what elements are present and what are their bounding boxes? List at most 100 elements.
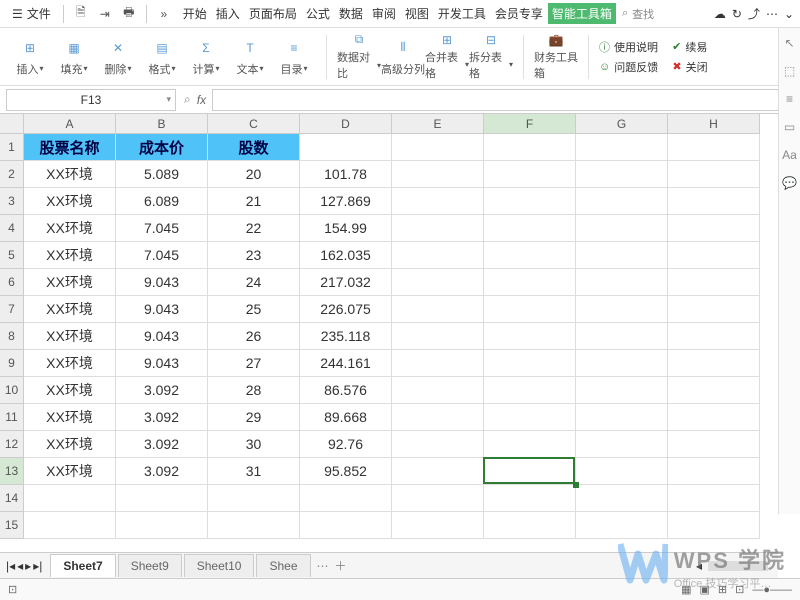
cell[interactable] — [668, 296, 760, 323]
cell[interactable]: 3.092 — [116, 404, 208, 431]
cell[interactable]: 成本价 — [116, 134, 208, 161]
row-header-5[interactable]: 5 — [0, 242, 24, 269]
cell[interactable]: 30 — [208, 431, 300, 458]
cell[interactable] — [392, 377, 484, 404]
cell[interactable]: XX环境 — [24, 323, 116, 350]
row-header-6[interactable]: 6 — [0, 269, 24, 296]
cell[interactable] — [392, 188, 484, 215]
cell[interactable] — [668, 512, 760, 539]
overflow-icon[interactable]: » — [153, 3, 175, 25]
selection-handle[interactable] — [573, 482, 579, 488]
cell[interactable] — [576, 323, 668, 350]
cell[interactable] — [116, 485, 208, 512]
cell[interactable]: 5.089 — [116, 161, 208, 188]
cell[interactable] — [668, 431, 760, 458]
sheet-tab-Sheet9[interactable]: Sheet9 — [118, 554, 182, 577]
cell[interactable] — [668, 134, 760, 161]
menu-tab-9[interactable]: 智能工具箱 — [548, 3, 616, 24]
cell[interactable]: 22 — [208, 215, 300, 242]
cell[interactable] — [24, 485, 116, 512]
cell[interactable] — [484, 458, 576, 485]
cell[interactable]: 股数 — [208, 134, 300, 161]
row-header-8[interactable]: 8 — [0, 323, 24, 350]
row-header-12[interactable]: 12 — [0, 431, 24, 458]
cell[interactable] — [668, 215, 760, 242]
cell[interactable] — [300, 485, 392, 512]
cell[interactable] — [300, 512, 392, 539]
row-header-14[interactable]: 14 — [0, 485, 24, 512]
cell[interactable] — [208, 512, 300, 539]
reader-icon[interactable]: ⊡ — [735, 583, 744, 596]
cell[interactable] — [576, 458, 668, 485]
cell[interactable] — [392, 404, 484, 431]
cell[interactable] — [668, 485, 760, 512]
save-icon[interactable]: 🗎 — [70, 3, 92, 25]
cell[interactable]: 27 — [208, 350, 300, 377]
cell[interactable]: XX环境 — [24, 431, 116, 458]
cell[interactable] — [484, 296, 576, 323]
prev-icon[interactable]: ◂ — [17, 559, 23, 573]
col-header-C[interactable]: C — [208, 114, 300, 134]
cell[interactable]: 9.043 — [116, 323, 208, 350]
cell[interactable] — [484, 377, 576, 404]
cell[interactable] — [484, 512, 576, 539]
cells[interactable]: 股票名称成本价股数XX环境5.08920101.78XX环境6.08921127… — [24, 134, 760, 539]
style-icon[interactable]: Aa — [782, 148, 797, 162]
name-box[interactable]: F13 ▾ — [6, 89, 176, 111]
view-break-icon[interactable]: ⊞ — [718, 583, 727, 596]
cell[interactable] — [392, 323, 484, 350]
cell[interactable]: 101.78 — [300, 161, 392, 188]
menu-tab-3[interactable]: 公式 — [302, 3, 334, 24]
cell[interactable] — [576, 215, 668, 242]
cursor-icon[interactable]: ↖ — [784, 36, 794, 50]
cell[interactable]: 162.035 — [300, 242, 392, 269]
cell[interactable] — [668, 377, 760, 404]
settings-icon[interactable]: ≡ — [786, 92, 793, 106]
more-sheets-icon[interactable]: ⋯ — [317, 559, 329, 573]
cell[interactable] — [576, 269, 668, 296]
zoom-slider[interactable]: —●—— — [752, 584, 792, 596]
cell[interactable]: 89.668 — [300, 404, 392, 431]
menu-tab-0[interactable]: 开始 — [179, 3, 211, 24]
cell[interactable]: 31 — [208, 458, 300, 485]
sheet-tab-Sheet7[interactable]: Sheet7 — [50, 554, 115, 577]
cell[interactable] — [484, 323, 576, 350]
more-icon[interactable]: ⋯ — [766, 7, 778, 21]
share-icon[interactable]: ⤴ — [748, 5, 760, 22]
col-header-D[interactable]: D — [300, 114, 392, 134]
cell[interactable]: 26 — [208, 323, 300, 350]
row-header-3[interactable]: 3 — [0, 188, 24, 215]
cell[interactable]: 3.092 — [116, 458, 208, 485]
cell[interactable] — [576, 350, 668, 377]
cell[interactable] — [576, 377, 668, 404]
row-header-2[interactable]: 2 — [0, 161, 24, 188]
cell[interactable]: 127.869 — [300, 188, 392, 215]
cell[interactable] — [484, 215, 576, 242]
status-mode[interactable]: ⊡ — [8, 583, 17, 596]
col-header-F[interactable]: F — [484, 114, 576, 134]
cell[interactable]: XX环境 — [24, 377, 116, 404]
cell[interactable]: 95.852 — [300, 458, 392, 485]
formula-input[interactable] — [212, 89, 792, 111]
add-sheet-icon[interactable]: ＋ — [335, 557, 347, 574]
first-icon[interactable]: |◂ — [6, 559, 15, 573]
cell[interactable]: 226.075 — [300, 296, 392, 323]
cell[interactable]: 24 — [208, 269, 300, 296]
cell[interactable] — [300, 134, 392, 161]
panel-icon[interactable]: ▭ — [784, 120, 795, 134]
cell[interactable] — [208, 485, 300, 512]
fx-icon[interactable]: fx — [197, 93, 206, 107]
menu-tab-6[interactable]: 视图 — [401, 3, 433, 24]
view-page-icon[interactable]: ▣ — [700, 583, 710, 596]
cell[interactable]: XX环境 — [24, 350, 116, 377]
row-header-10[interactable]: 10 — [0, 377, 24, 404]
cell[interactable]: 23 — [208, 242, 300, 269]
cell[interactable]: 21 — [208, 188, 300, 215]
menu-tab-7[interactable]: 开发工具 — [434, 3, 490, 24]
cell[interactable]: XX环境 — [24, 242, 116, 269]
cell[interactable] — [668, 242, 760, 269]
col-header-H[interactable]: H — [668, 114, 760, 134]
cell[interactable] — [392, 350, 484, 377]
cell[interactable] — [484, 404, 576, 431]
export-icon[interactable]: ⇥ — [94, 3, 116, 25]
